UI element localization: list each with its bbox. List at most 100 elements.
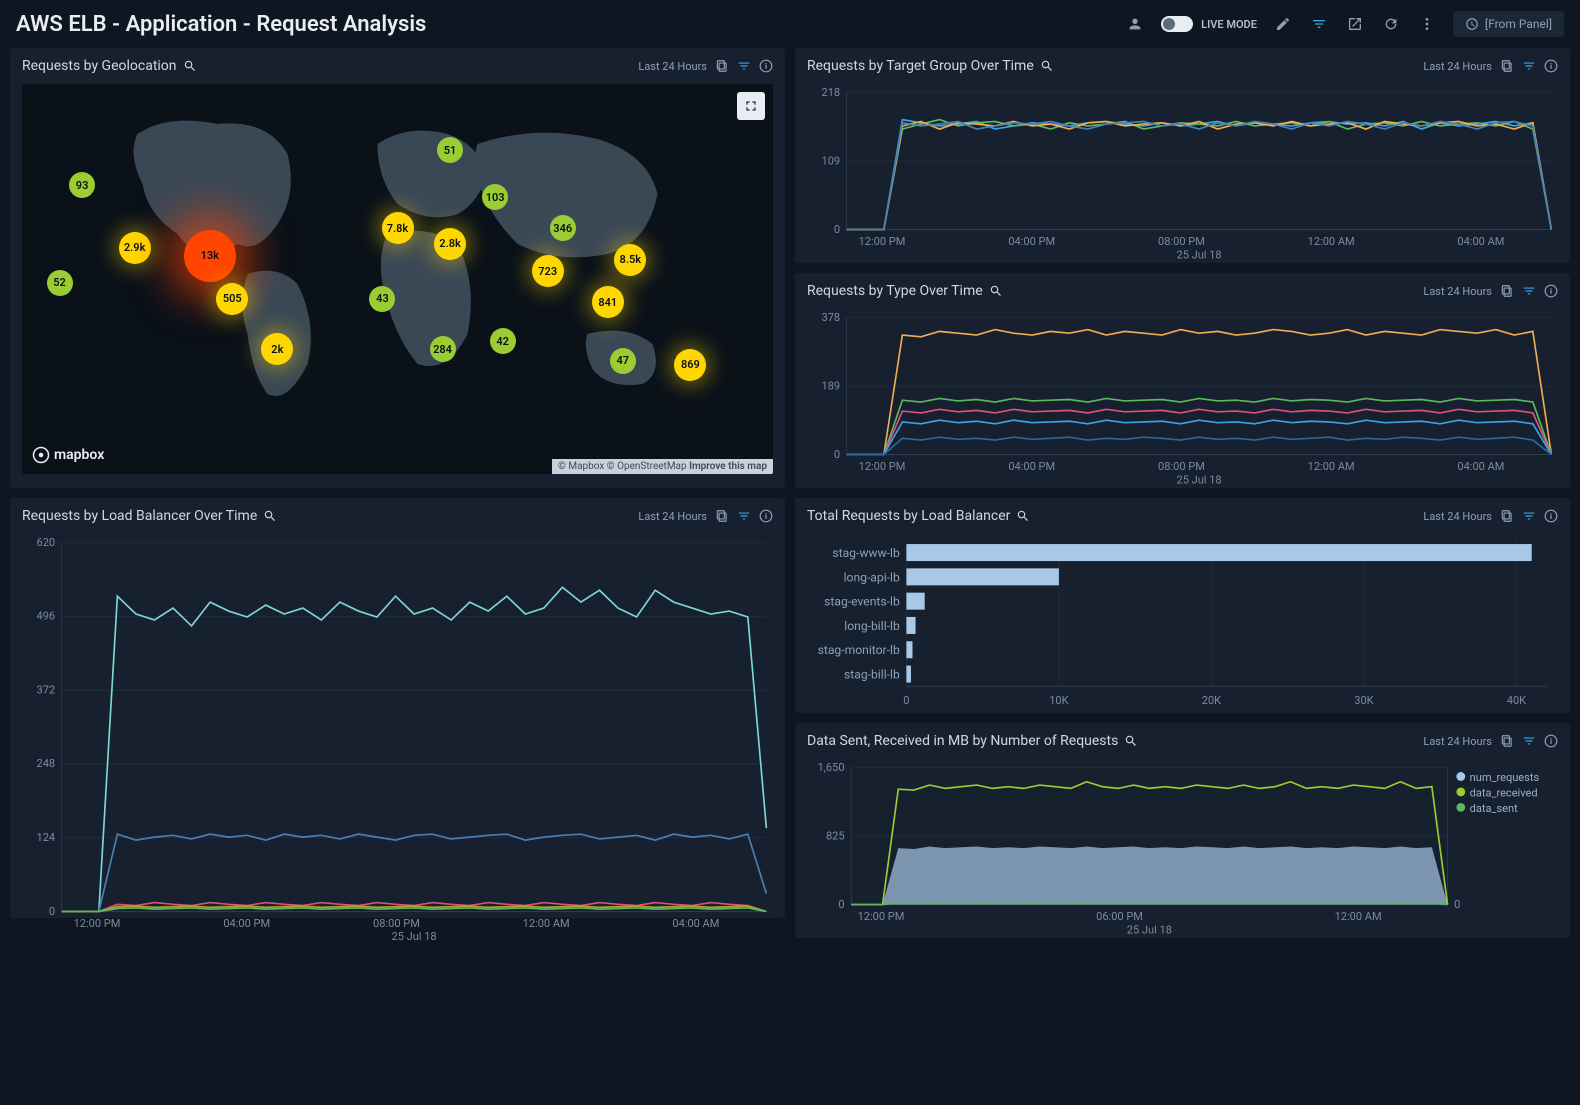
info-icon[interactable] [759,59,773,73]
info-icon[interactable] [759,509,773,523]
map-marker[interactable]: 103 [482,184,508,210]
panel-lb-over-time: Requests by Load Balancer Over Time Last… [10,498,785,918]
bar-chart[interactable]: 010K20K30K40Kstag-www-lblong-api-lbstag-… [807,534,1558,715]
panel-geolocation: Requests by Geolocation Last 24 Hours [10,48,785,488]
svg-text:04:00 AM: 04:00 AM [1457,235,1504,248]
toggle-switch[interactable] [1161,16,1193,32]
page-title: AWS ELB - Application - Request Analysis [16,12,426,37]
search-icon[interactable] [183,59,197,73]
svg-text:0: 0 [834,448,840,461]
svg-text:06:00 PM: 06:00 PM [1096,910,1143,923]
search-icon[interactable] [1016,509,1030,523]
search-icon[interactable] [989,284,1003,298]
svg-text:04:00 PM: 04:00 PM [1008,460,1055,473]
svg-text:124: 124 [37,831,56,844]
filter-icon[interactable] [1522,509,1536,523]
panel-title: Requests by Load Balancer Over Time [22,508,277,524]
svg-text:stag-monitor-lb: stag-monitor-lb [818,643,900,657]
svg-text:25 Jul 18: 25 Jul 18 [1127,923,1172,936]
svg-text:0: 0 [903,694,909,707]
map-marker[interactable]: 51 [437,137,463,163]
svg-text:496: 496 [37,610,56,623]
svg-text:218: 218 [822,86,841,99]
svg-text:04:00 PM: 04:00 PM [223,917,270,930]
world-map[interactable]: 93 52 2.9k 13k505 2k 51 7.8k 103 2.8k 346 723 8.5k 4… [22,84,773,474]
copy-icon[interactable] [1500,284,1514,298]
svg-text:12:00 AM: 12:00 AM [1335,910,1382,923]
filter-icon[interactable] [1522,284,1536,298]
clock-icon [1465,17,1479,31]
search-icon[interactable] [1124,734,1138,748]
info-icon[interactable] [1544,734,1558,748]
copy-icon[interactable] [1500,509,1514,523]
map-marker[interactable]: 2k [261,333,293,365]
panel-target-group: Requests by Target Group Over Time Last … [795,48,1570,263]
svg-text:stag-www-lb: stag-www-lb [832,546,900,560]
svg-text:825: 825 [826,829,845,842]
map-marker[interactable]: 8.5k [614,244,646,276]
copy-icon[interactable] [715,59,729,73]
svg-text:04:00 AM: 04:00 AM [672,917,719,930]
search-icon[interactable] [263,509,277,523]
edit-icon[interactable] [1273,14,1293,34]
svg-text:04:00 PM: 04:00 PM [1008,235,1055,248]
map-marker[interactable]: 841 [592,286,624,318]
map-marker[interactable]: 47 [610,348,636,374]
map-marker[interactable]: 505 [216,283,248,315]
copy-icon[interactable] [715,509,729,523]
info-icon[interactable] [1544,284,1558,298]
svg-text:109: 109 [822,154,841,167]
refresh-icon[interactable] [1381,14,1401,34]
share-icon[interactable] [1345,14,1365,34]
map-marker[interactable]: 346 [550,215,576,241]
svg-text:data_sent: data_sent [1470,802,1518,815]
svg-text:long-api-lb: long-api-lb [844,570,900,584]
map-marker[interactable]: 13k [184,230,236,282]
svg-text:0: 0 [1454,898,1460,911]
more-icon[interactable] [1417,14,1437,34]
expand-map-button[interactable] [737,92,765,120]
filter-icon[interactable] [737,59,751,73]
live-mode-toggle[interactable]: LIVE MODE [1161,16,1257,32]
filter-icon[interactable] [1522,59,1536,73]
svg-text:0: 0 [834,223,840,236]
svg-text:10K: 10K [1049,694,1068,707]
dashboard-header: AWS ELB - Application - Request Analysis… [0,0,1580,48]
search-icon[interactable] [1040,59,1054,73]
map-marker[interactable]: 2.9k [119,232,151,264]
map-marker[interactable]: 42 [490,328,516,354]
map-marker[interactable]: 284 [430,336,456,362]
svg-text:12:00 AM: 12:00 AM [1308,235,1355,248]
map-marker[interactable]: 723 [532,255,564,287]
svg-text:378: 378 [822,311,841,324]
filter-icon[interactable] [737,509,751,523]
info-icon[interactable] [1544,509,1558,523]
copy-icon[interactable] [1500,734,1514,748]
svg-text:1,650: 1,650 [818,761,845,774]
svg-text:0: 0 [838,898,844,911]
svg-text:12:00 PM: 12:00 PM [74,917,121,930]
header-actions: LIVE MODE [From Panel] [1125,11,1564,37]
map-marker[interactable]: 2.8k [434,228,466,260]
filter-icon[interactable] [1309,14,1329,34]
map-marker[interactable]: 93 [69,172,95,198]
copy-icon[interactable] [1500,59,1514,73]
map-marker[interactable]: 869 [674,349,706,381]
svg-text:long-bill-lb: long-bill-lb [844,619,900,633]
info-icon[interactable] [1544,59,1558,73]
svg-text:data_received: data_received [1470,786,1538,799]
line-chart[interactable]: 012424837249662012:00 PM04:00 PM08:00 PM… [22,534,773,947]
map-marker[interactable]: 7.8k [382,212,414,244]
user-icon[interactable] [1125,14,1145,34]
map-marker[interactable]: 52 [47,270,73,296]
time-range-selector[interactable]: [From Panel] [1453,11,1564,37]
map-marker[interactable]: 43 [369,286,395,312]
svg-text:30K: 30K [1354,694,1373,707]
line-chart[interactable]: 018937812:00 PM04:00 PM08:00 PM12:00 AM0… [807,309,1558,490]
svg-text:20K: 20K [1202,694,1221,707]
svg-text:num_requests: num_requests [1470,771,1540,784]
filter-icon[interactable] [1522,734,1536,748]
svg-text:08:00 PM: 08:00 PM [373,917,420,930]
line-chart[interactable]: 010921812:00 PM04:00 PM08:00 PM12:00 AM0… [807,84,1558,265]
combo-chart[interactable]: 08251,650012:00 PM06:00 PM12:00 AM25 Jul… [807,759,1558,940]
